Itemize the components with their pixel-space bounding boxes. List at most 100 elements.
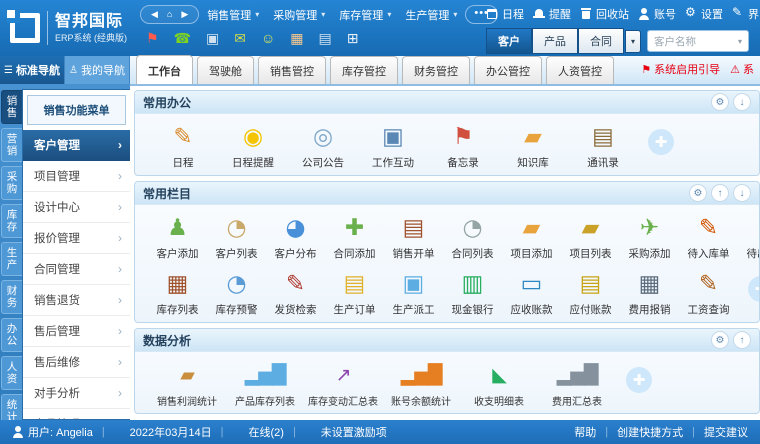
main-tab[interactable]: 库存管控 [330, 56, 398, 84]
quick-ui-link[interactable]: 界 [732, 6, 759, 22]
shortcut-item[interactable]: ▰ 项目添加 [502, 212, 561, 261]
shortcut-item[interactable]: ▂▅█ 产品库存列表 [226, 359, 304, 408]
shortcut-item[interactable]: ◉ 日程提醒 [218, 121, 288, 170]
sidebar-menu-item[interactable]: 售后维修 › [23, 347, 130, 378]
shortcut-item[interactable]: ▤ 生产订单 [325, 268, 384, 317]
category-tab[interactable]: 财务 [1, 280, 22, 314]
phone-icon[interactable]: ☎ [174, 30, 191, 46]
shortcut-item[interactable]: ⚑ 备忘录 [428, 121, 498, 170]
shortcut-item[interactable]: ✔ 待出库单 [738, 212, 759, 261]
shortcut-item[interactable]: ◔ 库存预警 [207, 268, 266, 317]
incentive-status[interactable]: 未设置激励项 [284, 424, 387, 440]
sidebar-menu-item[interactable]: 客户管理 › [23, 130, 130, 161]
main-tab[interactable]: 驾驶舱 [197, 56, 254, 84]
add-tool-icon[interactable]: ⊞ [347, 30, 359, 46]
main-tab[interactable]: 办公管控 [474, 56, 542, 84]
shortcut-item[interactable]: ▣ 生产派工 [384, 268, 443, 317]
shortcut-item[interactable]: ♟ 客户添加 [148, 212, 207, 261]
category-tab[interactable]: 库存 [1, 204, 22, 238]
quick-settings-link[interactable]: 设置 [685, 6, 723, 22]
shortcut-item[interactable]: ✎ 发货检索 [266, 268, 325, 317]
shortcut-item[interactable]: ▤ 通讯录 [568, 121, 638, 170]
category-tab[interactable]: 人资 [1, 356, 22, 390]
shortcut-item[interactable]: ◣ 收支明细表 [460, 359, 538, 408]
quick-schedule-link[interactable]: 日程 [486, 6, 524, 22]
shortcut-item[interactable]: ✎ 待入库单 [679, 212, 738, 261]
entity-contract-button[interactable]: 合同 [578, 28, 624, 54]
shortcut-item[interactable]: ✈ 采购添加 [620, 212, 679, 261]
system-guide-link[interactable]: ⚑ 系统启用引导 [641, 61, 720, 77]
sidebar-menu-item[interactable]: 合同管理 › [23, 254, 130, 285]
tab-standard-nav[interactable]: 标准导航 [0, 56, 65, 84]
category-tab[interactable]: 营销 [1, 128, 22, 162]
shortcut-item[interactable]: ▰ 销售利润统计 [148, 359, 226, 408]
shortcut-item[interactable]: ◕ 客户分布 [266, 212, 325, 261]
main-tab[interactable]: 销售管控 [258, 56, 326, 84]
sidebar-menu-item[interactable]: 销售退货 › [23, 285, 130, 316]
back-icon[interactable]: ◀ [151, 9, 158, 20]
sidebar-menu-item[interactable]: 设计中心 › [23, 192, 130, 223]
quick-recycle-bin-link[interactable]: 回收站 [580, 6, 629, 22]
mail-icon[interactable]: ✉ [234, 30, 246, 46]
screen-share-icon[interactable]: ▣ [206, 30, 219, 46]
shortcut-item[interactable]: ↗ 库存变动汇总表 [304, 359, 382, 408]
megaphone-icon[interactable]: ⚑ [146, 30, 159, 46]
shortcut-item[interactable]: ✎ 工资查询 [679, 268, 738, 317]
section-move-up-button[interactable]: ↑ [711, 184, 729, 202]
online-count[interactable]: 在线(2) [212, 424, 284, 440]
help-link[interactable]: 帮助 [574, 424, 596, 440]
feedback-link[interactable]: 提交建议 [683, 424, 748, 440]
add-shortcut-button[interactable]: ✚ [626, 367, 652, 393]
system-alert-link[interactable]: ⚠ 系 [730, 61, 754, 77]
category-tab[interactable]: 生产 [1, 242, 22, 276]
shortcut-item[interactable]: ▤ 应付账款 [561, 268, 620, 317]
section-collapse-button[interactable]: ↓ [733, 93, 751, 111]
main-tab[interactable]: 工作台 [136, 55, 193, 84]
shortcut-item[interactable]: ▣ 工作互动 [358, 121, 428, 170]
shortcut-item[interactable]: ▰ 项目列表 [561, 212, 620, 261]
category-tab[interactable]: 采购 [1, 166, 22, 200]
home-icon[interactable]: ⌂ [167, 9, 172, 20]
category-tab[interactable]: 销售 [1, 90, 22, 124]
sidebar-menu-item[interactable]: 售后管理 › [23, 316, 130, 347]
shortcut-item[interactable]: ✎ 日程 [148, 121, 218, 170]
sidebar-menu-item[interactable]: 产品管理 › [23, 409, 130, 420]
quick-account-link[interactable]: 账号 [638, 6, 676, 22]
section-settings-button[interactable]: ⚙ [711, 331, 729, 349]
add-shortcut-button[interactable]: ✚ [748, 276, 759, 302]
main-tab[interactable]: 人资管控 [546, 56, 614, 84]
user-info[interactable]: 用户: Angelia [12, 424, 93, 440]
entity-product-button[interactable]: 产品 [532, 28, 578, 54]
entity-dropdown-button[interactable]: ▾ [625, 30, 641, 53]
shortcut-item[interactable]: ▦ 费用报销 [620, 268, 679, 317]
search-dropdown-icon[interactable]: ▾ [738, 37, 742, 46]
shortcut-item[interactable]: ◔ 客户列表 [207, 212, 266, 261]
shortcut-item[interactable]: ✚ 合同添加 [325, 212, 384, 261]
main-tab[interactable]: 财务管控 [402, 56, 470, 84]
tab-my-nav[interactable]: 我的导航 [65, 56, 130, 84]
create-shortcut-link[interactable]: 创建快捷方式 [596, 424, 683, 440]
entity-customer-button[interactable]: 客户 [486, 28, 532, 54]
category-tab[interactable]: 办公 [1, 318, 22, 352]
chat-icon[interactable]: ☺ [261, 30, 275, 46]
shortcut-item[interactable]: ▦ 库存列表 [148, 268, 207, 317]
current-date[interactable]: 2022年03月14日 [93, 424, 212, 440]
shortcut-item[interactable]: ▥ 现金银行 [443, 268, 502, 317]
sidebar-menu-item[interactable]: 报价管理 › [23, 223, 130, 254]
shortcut-item[interactable]: ▤ 销售开单 [384, 212, 443, 261]
shortcut-item[interactable]: ◔ 合同列表 [443, 212, 502, 261]
section-collapse-button[interactable]: ↓ [733, 184, 751, 202]
shortcut-item[interactable]: ▭ 应收账款 [502, 268, 561, 317]
nav-inventory-menu[interactable]: 库存管理 ▾ [339, 7, 391, 23]
section-settings-button[interactable]: ⚙ [711, 93, 729, 111]
search-box[interactable]: 客户名称 ▾ [647, 30, 749, 52]
nav-purchase-menu[interactable]: 采购管理 ▾ [273, 7, 325, 23]
section-settings-button[interactable]: ⚙ [689, 184, 707, 202]
shortcut-item[interactable]: ▂▅█ 费用汇总表 [538, 359, 616, 408]
section-move-up-button[interactable]: ↑ [733, 331, 751, 349]
forward-icon[interactable]: ▶ [181, 9, 188, 20]
shortcut-item[interactable]: ◎ 公司公告 [288, 121, 358, 170]
shortcut-item[interactable]: ▰ 知识库 [498, 121, 568, 170]
quick-reminder-link[interactable]: 提醒 [533, 6, 571, 22]
sidebar-menu-item[interactable]: 项目管理 › [23, 161, 130, 192]
